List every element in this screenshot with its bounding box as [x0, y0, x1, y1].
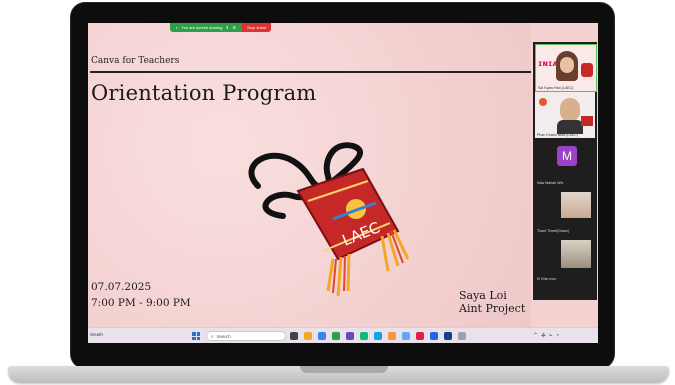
- start-button[interactable]: [192, 332, 200, 340]
- app-icon[interactable]: [430, 332, 438, 340]
- excel-icon[interactable]: [332, 332, 340, 340]
- participant-name: Ei Khin mon: [537, 277, 557, 281]
- settings-icon[interactable]: ⚙: [232, 25, 236, 30]
- stop-share-button[interactable]: Stop share: [241, 23, 272, 32]
- chrome-icon[interactable]: [360, 332, 368, 340]
- screen-share-bar: ▪ You are screen sharing Ⅱ ⚙ Stop share: [170, 23, 300, 32]
- laec-bag-illustration: LAEC: [248, 142, 410, 297]
- event-time: 7:00 PM - 9:00 PM: [91, 297, 191, 309]
- participant-face: [560, 57, 574, 73]
- bag-icon: [581, 63, 593, 77]
- participant-tile[interactable]: M Naw Mariah Win: [535, 140, 595, 186]
- screen: ▪ You are screen sharing Ⅱ ⚙ Stop share …: [88, 23, 598, 343]
- logo-icon: [539, 98, 547, 106]
- laptop-notch: [300, 366, 388, 373]
- participant-name: Phan Khaim Ntua (LAEC): [537, 133, 578, 137]
- edge-icon[interactable]: [318, 332, 326, 340]
- zoom-icon[interactable]: [416, 332, 424, 340]
- participant-tile[interactable]: Phan Khaim Ntua (LAEC): [535, 92, 595, 138]
- search-icon: ⌕: [211, 333, 214, 339]
- participant-avatar: M: [557, 146, 577, 166]
- task-view-icon[interactable]: [290, 332, 298, 340]
- slide-title: Orientation Program: [91, 81, 317, 105]
- participant-video: [560, 98, 580, 122]
- word-icon[interactable]: [374, 332, 382, 340]
- participant-name: Thant Thwet(Grace): [537, 229, 570, 233]
- participant-name: Sai Kyaw Htut (LAEC): [538, 86, 574, 90]
- participant-video: [561, 240, 591, 268]
- share-icon: ▪: [176, 25, 178, 30]
- participant-tile[interactable]: Ei Khin mon: [535, 236, 595, 282]
- outlook-icon[interactable]: [402, 332, 410, 340]
- system-tray-icons[interactable]: ⌃⎈⌁◔: [533, 332, 562, 340]
- taskbar-search[interactable]: ⌕ Search: [206, 331, 286, 341]
- participant-shirt: [557, 120, 583, 134]
- project-name: Saya Loi Aint Project: [459, 289, 526, 315]
- participant-tile[interactable]: ɪɴɪᴀ Sai Kyaw Htut (LAEC): [535, 44, 597, 92]
- participant-gallery: ɪɴɪᴀ Sai Kyaw Htut (LAEC) Phan Khaim Ntu…: [533, 42, 597, 300]
- event-date: 07.07.2025: [91, 281, 152, 293]
- divider: [90, 71, 531, 73]
- file-explorer-icon[interactable]: [304, 332, 312, 340]
- participant-tile[interactable]: Thant Thwet(Grace): [535, 188, 595, 234]
- brand-label: Canva for Teachers: [91, 56, 180, 66]
- windows-taskbar: Weath ⌕ Search ⌃⎈⌁◔: [88, 327, 598, 343]
- participant-video: [561, 192, 591, 218]
- presentation-slide: ▪ You are screen sharing Ⅱ ⚙ Stop share …: [88, 23, 531, 327]
- store-icon[interactable]: [388, 332, 396, 340]
- screen-sharing-text: You are screen sharing: [181, 25, 223, 30]
- search-placeholder: Search: [216, 333, 231, 339]
- app-icon[interactable]: [458, 332, 466, 340]
- teams-icon[interactable]: [346, 332, 354, 340]
- bag-icon: [581, 116, 593, 126]
- pause-icon[interactable]: Ⅱ: [226, 25, 228, 30]
- participant-name: Naw Mariah Win: [537, 181, 564, 185]
- screen-sharing-indicator: ▪ You are screen sharing Ⅱ ⚙: [170, 23, 242, 32]
- app-icon[interactable]: [444, 332, 452, 340]
- weather-widget[interactable]: Weath: [90, 332, 103, 337]
